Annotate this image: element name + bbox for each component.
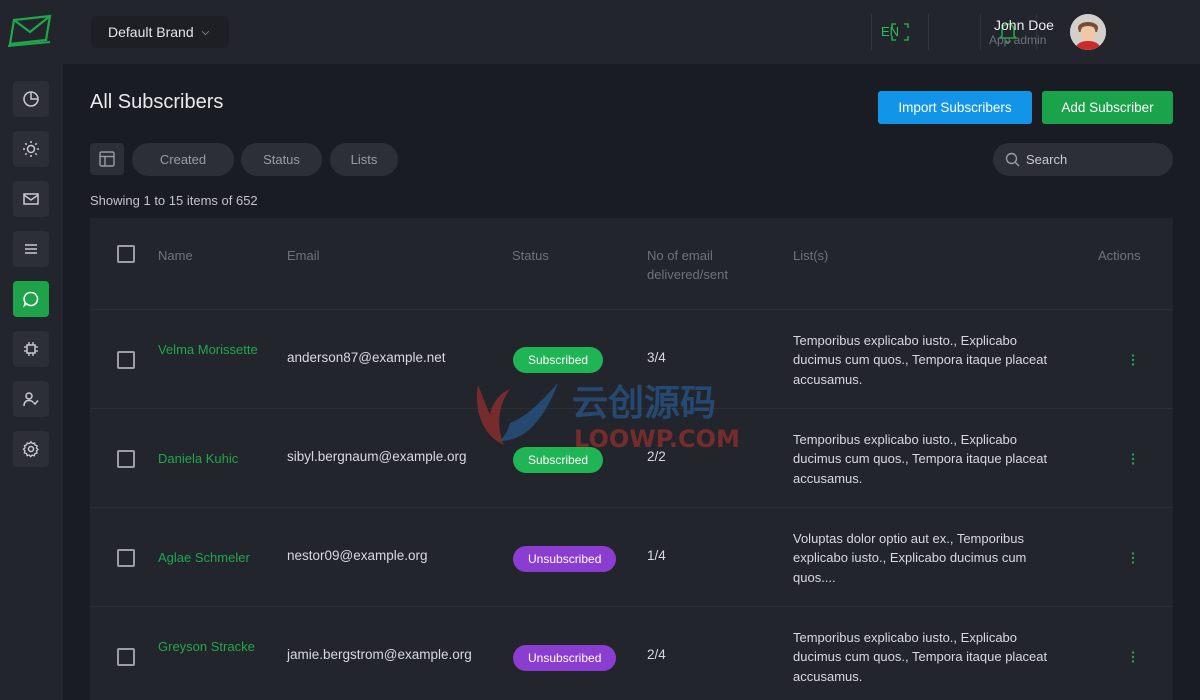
sidebar-item-dashboard[interactable] xyxy=(13,81,49,117)
status-badge: Subscribed xyxy=(513,347,604,373)
subscriber-name-link[interactable]: Daniela Kuhic xyxy=(158,449,278,468)
search-input[interactable] xyxy=(1026,152,1166,167)
divider xyxy=(928,14,929,50)
menu-lines-icon xyxy=(25,244,37,254)
search-icon xyxy=(1005,152,1020,167)
delivered-count: 3/4 xyxy=(647,350,666,365)
import-subscribers-button[interactable]: Import Subscribers xyxy=(878,91,1032,124)
brand-select[interactable]: Default Brand ⌵ xyxy=(91,16,229,48)
add-subscriber-button[interactable]: Add Subscriber xyxy=(1042,91,1173,124)
subscriber-email: nestor09@example.org xyxy=(287,548,428,563)
divider xyxy=(871,14,872,50)
sidebar-item-appearance[interactable] xyxy=(13,131,49,167)
avatar[interactable] xyxy=(1070,14,1106,50)
chat-bubble-icon xyxy=(23,291,39,308)
user-name: John Doe xyxy=(994,17,1054,33)
row-checkbox[interactable] xyxy=(117,351,135,369)
sidebar-item-campaigns[interactable] xyxy=(13,181,49,217)
row-actions-icon[interactable] xyxy=(1129,452,1137,466)
delivered-count: 1/4 xyxy=(647,548,666,563)
search-box[interactable] xyxy=(993,143,1173,176)
user-check-icon xyxy=(23,392,39,407)
subscriber-email: jamie.bergstrom@example.org xyxy=(287,647,472,662)
sidebar-item-lists[interactable] xyxy=(13,231,49,267)
subscriber-name-link[interactable]: Greyson Stracke xyxy=(158,637,278,656)
subscribers-table: Name Email Status No of email delivered/… xyxy=(90,218,1173,700)
row-checkbox[interactable] xyxy=(117,450,135,468)
select-all-checkbox[interactable] xyxy=(117,245,135,263)
divider xyxy=(980,14,981,50)
column-header-status[interactable]: Status xyxy=(512,246,549,265)
filter-status[interactable]: Status xyxy=(241,143,322,176)
subscriber-lists: Voluptas dolor optio aut ex., Temporibus… xyxy=(793,531,1027,585)
subscriber-lists: Temporibus explicabo iusto., Explicabo d… xyxy=(793,432,1048,486)
table-row[interactable]: Greyson Stracke jamie.bergstrom@example.… xyxy=(90,606,1173,700)
logo-icon[interactable] xyxy=(6,14,54,48)
subscriber-name-link[interactable]: Aglae Schmeler xyxy=(158,548,308,567)
sun-icon xyxy=(23,141,39,157)
column-toggle-button[interactable] xyxy=(90,143,124,175)
status-badge: Unsubscribed xyxy=(513,645,617,671)
mail-icon xyxy=(23,193,39,205)
delivered-count: 2/2 xyxy=(647,449,666,464)
chip-icon xyxy=(24,342,38,356)
subscriber-email: anderson87@example.net xyxy=(287,350,446,365)
gear-icon xyxy=(22,440,39,458)
column-header-delivered[interactable]: No of email delivered/sent xyxy=(647,246,759,284)
column-header-email[interactable]: Email xyxy=(287,246,320,265)
sidebar xyxy=(0,0,63,700)
status-badge: Unsubscribed xyxy=(513,546,617,572)
table-row[interactable]: Aglae Schmeler nestor09@example.org Unsu… xyxy=(90,507,1173,606)
page-title: All Subscribers xyxy=(90,91,224,113)
table-row[interactable]: Daniela Kuhic sibyl.bergnaum@example.org… xyxy=(90,408,1173,507)
layout-icon xyxy=(99,151,115,167)
table-row[interactable]: Velma Morissette anderson87@example.net … xyxy=(90,309,1173,408)
pagination-summary: Showing 1 to 15 items of 652 xyxy=(90,193,258,208)
brand-select-label: Default Brand xyxy=(108,24,194,40)
column-header-lists[interactable]: List(s) xyxy=(793,246,828,265)
sidebar-item-subscribers[interactable] xyxy=(13,281,49,317)
status-badge: Subscribed xyxy=(513,447,604,473)
sidebar-item-users[interactable] xyxy=(13,381,49,417)
subscriber-lists: Temporibus explicabo iusto., Explicabo d… xyxy=(793,630,1048,684)
row-checkbox[interactable] xyxy=(117,549,135,567)
column-header-name[interactable]: Name xyxy=(158,246,193,265)
delivered-count: 2/4 xyxy=(647,647,666,662)
chevron-down-icon: ⌵ xyxy=(201,26,210,38)
subscriber-email: sibyl.bergnaum@example.org xyxy=(287,449,467,464)
language-switch[interactable]: EN xyxy=(881,24,899,39)
filter-created[interactable]: Created xyxy=(132,143,234,176)
sidebar-item-settings[interactable] xyxy=(13,431,49,467)
pie-chart-icon xyxy=(23,91,39,107)
row-checkbox[interactable] xyxy=(117,648,135,666)
subscriber-name-link[interactable]: Velma Morissette xyxy=(158,340,278,359)
row-actions-icon[interactable] xyxy=(1129,650,1137,664)
filter-lists[interactable]: Lists xyxy=(330,143,398,176)
row-actions-icon[interactable] xyxy=(1129,353,1137,367)
row-actions-icon[interactable] xyxy=(1129,551,1137,565)
sidebar-item-automation[interactable] xyxy=(13,331,49,367)
subscriber-lists: Temporibus explicabo iusto., Explicabo d… xyxy=(793,333,1048,387)
column-header-actions: Actions xyxy=(1098,248,1141,263)
user-role: App admin xyxy=(989,33,1047,47)
